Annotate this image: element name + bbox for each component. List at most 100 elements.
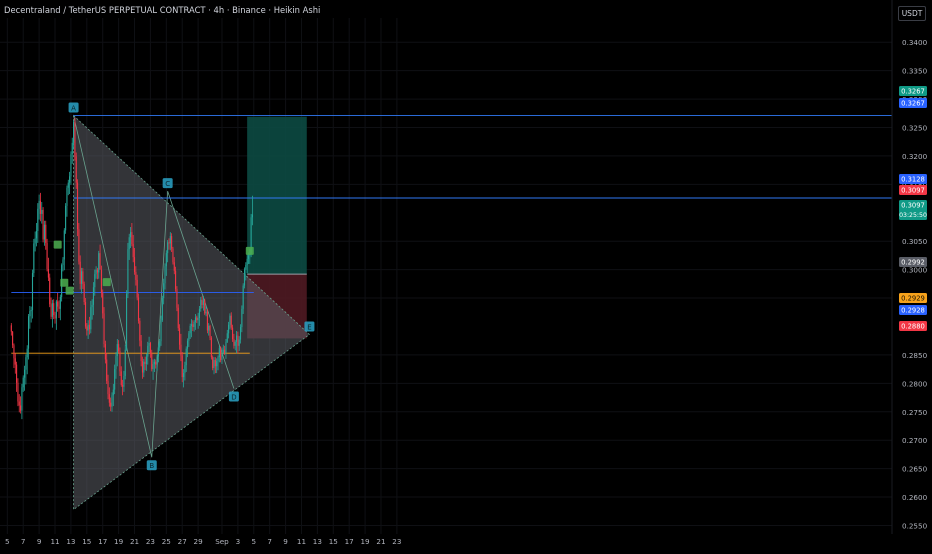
- candle-body: [111, 395, 113, 407]
- candle-body: [90, 307, 92, 330]
- candle-body: [163, 283, 165, 299]
- candle-body: [210, 337, 212, 358]
- candle-body: [225, 341, 227, 353]
- candle-body: [115, 356, 117, 370]
- candle-body: [201, 299, 203, 305]
- candle-body: [63, 230, 65, 260]
- signal-marker: [102, 278, 111, 287]
- time-tick-label: 13: [66, 537, 75, 546]
- candle-body: [184, 365, 186, 374]
- price-tick-label: 0.2600: [902, 493, 928, 502]
- candle-body: [186, 340, 189, 349]
- candle-body: [47, 269, 49, 278]
- candle-body: [136, 279, 138, 298]
- price-label-text: 0.2928: [901, 307, 925, 315]
- candle-body: [168, 242, 170, 244]
- candle-body: [122, 385, 124, 387]
- candle-body: [104, 344, 106, 360]
- candle-body: [30, 309, 32, 312]
- candle-body: [37, 208, 39, 231]
- candle-body: [53, 303, 55, 316]
- candle-body: [188, 333, 190, 341]
- candle-body: [14, 358, 16, 365]
- candle-body: [57, 301, 59, 307]
- candle-body: [114, 369, 116, 390]
- price-label-text: 0.3267: [901, 100, 925, 108]
- candle-body: [27, 316, 30, 349]
- time-tick-label: 15: [329, 537, 338, 546]
- candle-body: [247, 255, 250, 259]
- candle-body: [241, 308, 243, 328]
- candle-body: [145, 356, 147, 365]
- candle-body: [160, 320, 162, 342]
- candle-body: [96, 269, 98, 273]
- chart-canvas[interactable]: ABCDE 0.34000.33500.33000.32500.32000.31…: [0, 0, 932, 550]
- price-tick-label: 0.2550: [902, 521, 928, 530]
- candle-body: [50, 304, 52, 317]
- time-tick-label: 7: [267, 537, 272, 546]
- price-tick-label: 0.2700: [902, 436, 928, 445]
- candle-body: [13, 345, 15, 359]
- candle-body: [238, 339, 240, 346]
- price-tick-label: 0.3050: [902, 237, 928, 246]
- candle-body: [205, 311, 207, 314]
- price-tick-label: 0.2650: [902, 465, 928, 474]
- candle-body: [132, 244, 134, 258]
- time-tick-label: 11: [50, 537, 59, 546]
- candle-body: [20, 405, 22, 411]
- candle-body: [141, 361, 144, 373]
- candle-body: [216, 361, 218, 367]
- candle-body: [49, 277, 51, 305]
- candle-body: [45, 224, 47, 243]
- candle-body: [112, 389, 114, 396]
- candle-body: [135, 271, 137, 280]
- symbol-title: Decentraland / TetherUS PERPETUAL CONTRA…: [4, 5, 321, 15]
- target-zone: [247, 116, 307, 275]
- candle-body: [87, 324, 89, 331]
- time-tick-label: 21: [130, 537, 139, 546]
- candle-body: [164, 266, 166, 284]
- time-tick-label: 17: [345, 537, 354, 546]
- price-tick-label: 0.2850: [902, 351, 928, 360]
- currency-button[interactable]: USDT: [898, 6, 926, 21]
- candle-body: [78, 229, 80, 262]
- candle-body: [198, 308, 200, 318]
- candle-body: [193, 321, 195, 328]
- candle-body: [232, 327, 234, 339]
- candle-body: [179, 328, 181, 345]
- candle-body: [228, 324, 230, 334]
- candle-body: [183, 373, 185, 378]
- candle-body: [246, 258, 248, 266]
- candle-body: [74, 121, 76, 157]
- time-tick-label: 5: [251, 537, 256, 546]
- candle-body: [206, 311, 208, 331]
- candle-body: [46, 242, 48, 270]
- candle-body: [140, 340, 142, 362]
- countdown-text: 03:25:50: [899, 212, 927, 219]
- candle-body: [102, 292, 104, 314]
- candle-body: [151, 353, 153, 370]
- candle-body: [107, 381, 109, 395]
- price-tick-label: 0.3400: [902, 38, 928, 47]
- candle-body: [131, 232, 133, 245]
- candle-body: [229, 315, 231, 325]
- candle-body: [202, 300, 204, 305]
- signal-marker: [60, 278, 69, 287]
- candle-body: [148, 342, 150, 346]
- candle-body: [31, 273, 34, 310]
- candle-body: [42, 209, 44, 240]
- price-label-text: 0.3097: [901, 187, 925, 195]
- price-label-text: 0.2929: [901, 295, 925, 303]
- candle-body: [103, 313, 105, 345]
- time-tick-label: 25: [162, 537, 171, 546]
- time-tick-label: 9: [37, 537, 42, 546]
- candle-body: [239, 327, 242, 340]
- time-tick-label: 29: [194, 537, 204, 546]
- candle-body: [35, 230, 38, 239]
- signal-marker: [245, 246, 254, 255]
- candle-body: [73, 121, 75, 143]
- candle-body: [133, 257, 136, 272]
- candle-body: [79, 261, 81, 284]
- candle-body: [126, 294, 128, 350]
- candle-body: [100, 269, 102, 293]
